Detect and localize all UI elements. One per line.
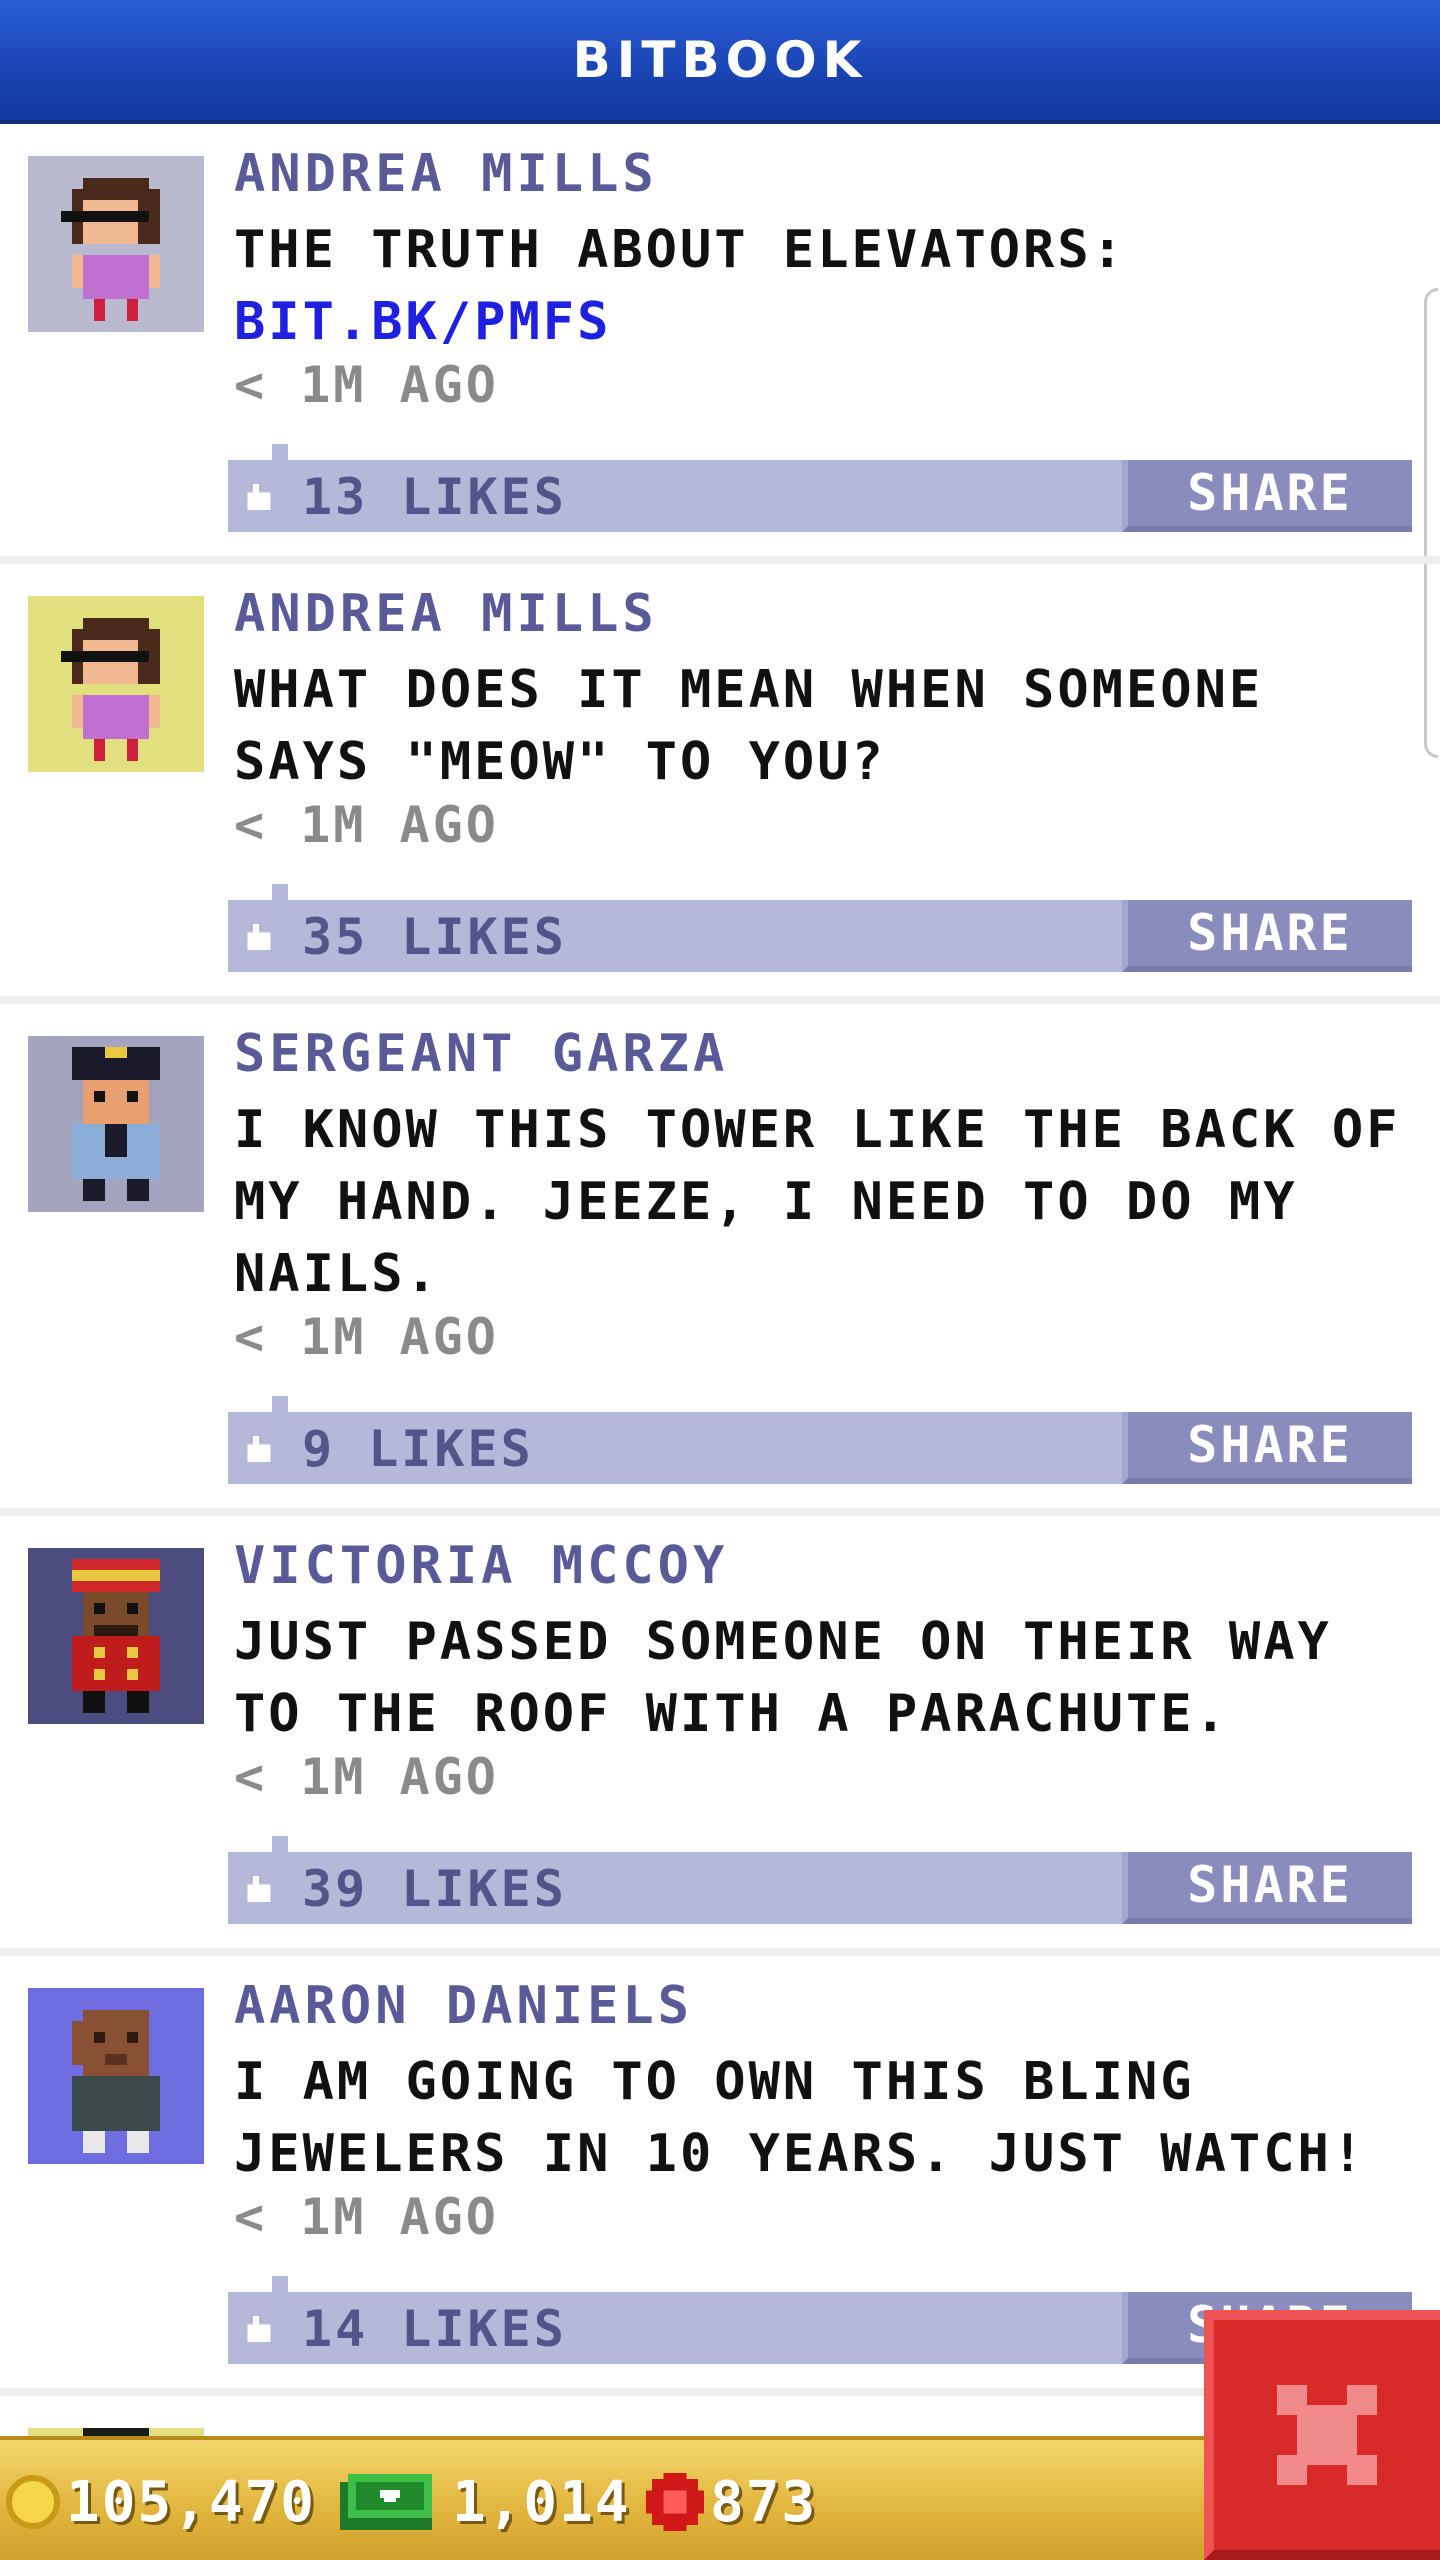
avatar[interactable] <box>28 596 204 772</box>
like-bar: 39 LIKES SHARE <box>228 1836 1412 1924</box>
close-button[interactable] <box>1204 2310 1440 2560</box>
like-bar-notch <box>272 444 288 460</box>
like-bar-notch <box>272 884 288 900</box>
post-link[interactable]: BIT.BK/PMFS <box>234 286 1404 358</box>
post-timestamp: < 1M AGO <box>234 1308 499 1366</box>
post-item: SERGEANT GARZA I KNOW THIS TOWER LIKE TH… <box>0 1004 1440 1516</box>
post-item: VICTORIA MCCOY JUST PASSED SOMEONE ON TH… <box>0 1516 1440 1956</box>
like-bar: 13 LIKES SHARE <box>228 444 1412 532</box>
post-message: WHAT DOES IT MEAN WHEN SOMEONE SAYS "MEO… <box>234 660 1264 792</box>
post-item: ANDREA MILLS THE TRUTH ABOUT ELEVATORS: … <box>0 124 1440 564</box>
post-item: ANDREA MILLS WHAT DOES IT MEAN WHEN SOME… <box>0 564 1440 1004</box>
avatar[interactable] <box>28 1548 204 1724</box>
post-message: THE TRUTH ABOUT ELEVATORS: <box>234 220 1126 280</box>
post-text: THE TRUTH ABOUT ELEVATORS: BIT.BK/PMFS <box>234 214 1404 358</box>
likes-count[interactable]: 13 LIKES <box>302 468 567 526</box>
avatar[interactable] <box>28 1036 204 1212</box>
post-timestamp: < 1M AGO <box>234 796 499 854</box>
gem-icon <box>646 2473 704 2531</box>
like-bar-notch <box>272 1836 288 1852</box>
post-message: I KNOW THIS TOWER LIKE THE BACK OF MY HA… <box>234 1100 1401 1304</box>
post-author[interactable]: SERGEANT GARZA <box>234 1024 728 1084</box>
post-author[interactable]: ANDREA MILLS <box>234 584 658 644</box>
likes-count[interactable]: 14 LIKES <box>302 2300 567 2358</box>
avatar[interactable] <box>28 1988 204 2164</box>
post-feed[interactable]: ANDREA MILLS THE TRUTH ABOUT ELEVATORS: … <box>0 124 1440 2440</box>
avatar[interactable] <box>28 156 204 332</box>
coins-stat[interactable]: 105,470 <box>6 2440 316 2560</box>
app-title: BITBOOK <box>572 31 868 89</box>
like-bar: 9 LIKES SHARE <box>228 1396 1412 1484</box>
bux-stat[interactable]: 1,014 <box>340 2440 631 2560</box>
bux-value: 1,014 <box>452 2469 631 2535</box>
post-timestamp: < 1M AGO <box>234 2188 499 2246</box>
share-button[interactable]: SHARE <box>1122 460 1412 532</box>
share-button[interactable]: SHARE <box>1122 1412 1412 1484</box>
thumbs-up-icon[interactable] <box>244 2316 274 2342</box>
thumbs-up-icon[interactable] <box>244 484 274 510</box>
share-button[interactable]: SHARE <box>1122 1852 1412 1924</box>
cash-icon <box>340 2474 432 2530</box>
coins-value: 105,470 <box>66 2469 317 2535</box>
post-author[interactable]: VICTORIA MCCOY <box>234 1536 728 1596</box>
thumbs-up-icon[interactable] <box>244 1876 274 1902</box>
post-message: I AM GOING TO OWN THIS BLING JEWELERS IN… <box>234 2052 1367 2184</box>
likes-count[interactable]: 35 LIKES <box>302 908 567 966</box>
likes-count[interactable]: 39 LIKES <box>302 1860 567 1918</box>
like-bar-notch <box>272 1396 288 1412</box>
gems-stat[interactable]: 873 <box>646 2440 817 2560</box>
post-timestamp: < 1M AGO <box>234 1748 499 1806</box>
thumbs-up-icon[interactable] <box>244 1436 274 1462</box>
likes-count[interactable]: 9 LIKES <box>302 1420 534 1478</box>
share-button[interactable]: SHARE <box>1122 900 1412 972</box>
like-bar: 35 LIKES SHARE <box>228 884 1412 972</box>
app-header: BITBOOK <box>0 0 1440 124</box>
post-message: JUST PASSED SOMEONE ON THEIR WAY TO THE … <box>234 1612 1332 1744</box>
post-timestamp: < 1M AGO <box>234 356 499 414</box>
thumbs-up-icon[interactable] <box>244 924 274 950</box>
post-author[interactable]: AARON DANIELS <box>234 1976 693 2036</box>
gems-value: 873 <box>710 2469 818 2535</box>
close-icon <box>1277 2385 1377 2485</box>
coin-icon <box>6 2475 60 2529</box>
like-bar-notch <box>272 2276 288 2292</box>
post-author[interactable]: ANDREA MILLS <box>234 144 658 204</box>
